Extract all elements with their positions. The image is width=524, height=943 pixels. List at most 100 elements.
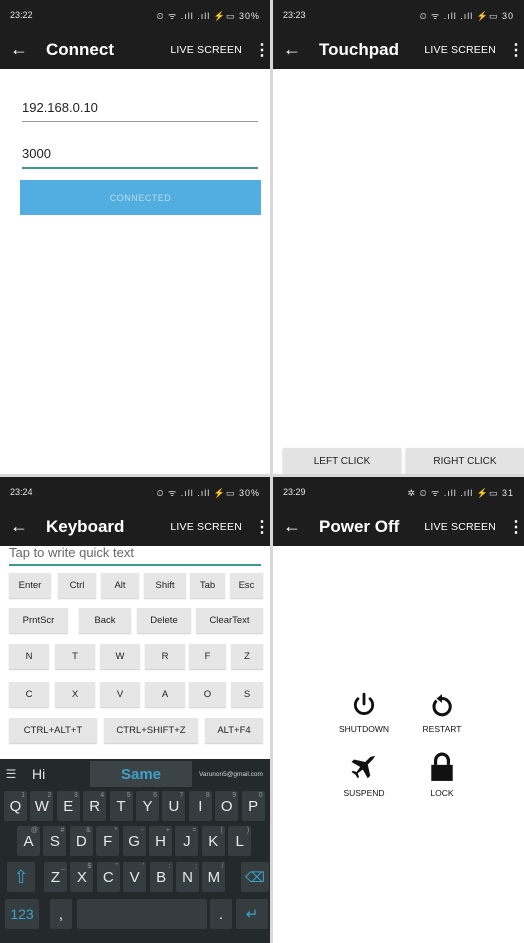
ime-key[interactable]: 3E xyxy=(56,791,80,821)
key-x-button[interactable]: X xyxy=(55,682,95,707)
ime-key-hint: ' xyxy=(142,863,145,870)
key-f-button[interactable]: F xyxy=(189,644,226,669)
menu-icon[interactable]: ☰ xyxy=(0,767,22,781)
overflow-menu-icon[interactable]: ⋮ xyxy=(508,517,524,537)
key-tab-button[interactable]: Tab xyxy=(190,573,225,598)
key-v-button[interactable]: V xyxy=(100,682,140,707)
key-o-button[interactable]: O xyxy=(189,682,226,707)
key-alt-f4-button[interactable]: ALT+F4 xyxy=(205,718,263,743)
ime-key[interactable]: 7U xyxy=(162,791,186,821)
ime-key[interactable]: 8I xyxy=(188,791,212,821)
quick-text-input[interactable]: Tap to write quick text xyxy=(9,545,261,566)
suggestion-item-selected[interactable]: Same xyxy=(90,761,192,787)
suggestion-item[interactable]: Varunon5@gmail.com xyxy=(192,771,270,778)
key-shift-button[interactable]: Shift xyxy=(144,573,186,598)
live-screen-button[interactable]: LIVE SCREEN xyxy=(170,521,242,533)
backspace-icon[interactable]: ⌫ xyxy=(241,862,269,892)
ime-key[interactable]: _ Z xyxy=(44,862,67,892)
overflow-menu-icon[interactable]: ⋮ xyxy=(254,517,270,537)
ime-key[interactable]: $ X xyxy=(70,862,94,892)
ime-key[interactable]: 9O xyxy=(215,791,239,821)
ime-key[interactable]: # S xyxy=(43,826,67,856)
shutdown-button[interactable]: SHUTDOWN xyxy=(329,692,399,734)
overflow-menu-icon[interactable]: ⋮ xyxy=(254,40,270,60)
ime-key-hint: / xyxy=(221,863,224,870)
lock-icon xyxy=(431,752,453,781)
overflow-menu-icon[interactable]: ⋮ xyxy=(508,40,524,60)
key-t-button[interactable]: T xyxy=(55,644,95,669)
ime-key[interactable]: 2W xyxy=(30,791,54,821)
key-ctrl-alt-t-button[interactable]: CTRL+ALT+T xyxy=(9,718,97,743)
live-screen-button[interactable]: LIVE SCREEN xyxy=(424,521,496,533)
ime-key[interactable]: + H xyxy=(149,826,172,856)
ime-key-label: P xyxy=(248,797,259,815)
key-w-button[interactable]: W xyxy=(100,644,140,669)
app-toolbar: ← Connect LIVE SCREEN ⋮ xyxy=(0,30,270,69)
ime-key[interactable]: " C xyxy=(96,862,120,892)
status-icons: ✲ ⏲ ᯤ .ıll .ıll ⚡▭ 31 xyxy=(407,487,514,498)
key-s-button[interactable]: S xyxy=(231,682,263,707)
ime-key[interactable]: ' V xyxy=(123,862,147,892)
ime-key[interactable]: 4R xyxy=(83,791,107,821)
connect-screen: 23:22 ⏲ ᯤ .ıll .ıll ⚡▭ 30% ← Connect LIV… xyxy=(0,0,270,474)
ime-key[interactable]: -G xyxy=(122,826,146,856)
key-esc-button[interactable]: Esc xyxy=(230,573,263,598)
left-click-button[interactable]: LEFT CLICK xyxy=(283,448,401,474)
port-field[interactable]: 3000 xyxy=(22,146,258,169)
enter-icon[interactable]: ↵ xyxy=(236,899,268,929)
page-title: Power Off xyxy=(319,516,400,536)
ime-key-label: R xyxy=(89,797,101,815)
ime-key[interactable]: & D xyxy=(69,826,93,856)
ime-key[interactable]: 5T xyxy=(109,791,133,821)
suspend-button[interactable]: SUSPEND xyxy=(329,752,399,798)
suggestion-item[interactable]: Hi xyxy=(22,766,90,782)
period-key[interactable]: . xyxy=(210,899,232,929)
key-r-button[interactable]: R xyxy=(145,644,185,669)
ip-address-field[interactable]: 192.168.0.10 xyxy=(22,100,258,122)
keyboard-screen: 23:24 ⏲ ᯤ .ıll .ıll ⚡▭ 30% ← Keyboard LI… xyxy=(0,477,270,943)
key-ctrl-shift-z-button[interactable]: CTRL+SHIFT+Z xyxy=(104,718,198,743)
ime-key[interactable]: 0P xyxy=(241,791,265,821)
restart-button[interactable]: RESTART xyxy=(407,692,477,734)
back-arrow-icon[interactable]: ← xyxy=(10,516,46,537)
key-z-button[interactable]: Z xyxy=(231,644,263,669)
numbers-key[interactable]: 123 xyxy=(5,899,39,929)
key-a-button[interactable]: A xyxy=(145,682,185,707)
ime-key[interactable]: ) L xyxy=(228,826,252,856)
ime-key[interactable]: 6Y xyxy=(136,791,159,821)
ime-key-hint: 5 xyxy=(126,792,131,799)
shift-icon[interactable]: ⇧ xyxy=(7,862,35,892)
back-arrow-icon[interactable]: ← xyxy=(283,516,319,537)
key-prntscr-button[interactable]: PrntScr xyxy=(9,608,68,633)
ime-key[interactable]: / M xyxy=(202,862,226,892)
key-ctrl-button[interactable]: Ctrl xyxy=(58,573,96,598)
right-click-button[interactable]: RIGHT CLICK xyxy=(406,448,524,474)
ime-key[interactable]: = J xyxy=(175,826,199,856)
key-n-button[interactable]: N xyxy=(9,644,49,669)
ime-key[interactable]: :B xyxy=(149,862,173,892)
ime-key[interactable]: * F xyxy=(96,826,120,856)
comma-key[interactable]: , xyxy=(50,899,72,929)
ime-key[interactable]: ; N xyxy=(176,862,199,892)
key-enter-button[interactable]: Enter xyxy=(9,573,51,598)
key-cleartext-button[interactable]: ClearText xyxy=(196,608,263,633)
ime-key[interactable]: (K xyxy=(201,826,225,856)
back-arrow-icon[interactable]: ← xyxy=(283,39,319,60)
ime-key-hint: + xyxy=(165,827,170,834)
touchpad-area[interactable] xyxy=(273,69,524,443)
back-arrow-icon[interactable]: ← xyxy=(10,39,46,60)
ime-key-hint: 8 xyxy=(205,792,210,799)
key-c-button[interactable]: C xyxy=(9,682,49,707)
ime-key[interactable]: 1Q xyxy=(4,791,27,821)
ime-key[interactable]: @ A xyxy=(17,826,40,856)
lock-button[interactable]: LOCK xyxy=(407,752,477,798)
live-screen-button[interactable]: LIVE SCREEN xyxy=(424,44,496,56)
space-bar[interactable] xyxy=(77,899,207,929)
key-back-button[interactable]: Back xyxy=(79,608,131,633)
ime-key-label: J xyxy=(183,832,191,850)
app-toolbar: ← Keyboard LIVE SCREEN ⋮ xyxy=(0,507,270,546)
key-alt-button[interactable]: Alt xyxy=(101,573,139,598)
live-screen-button[interactable]: LIVE SCREEN xyxy=(170,44,242,56)
key-delete-button[interactable]: Delete xyxy=(137,608,191,633)
connect-button[interactable]: CONNECTED xyxy=(20,180,261,215)
